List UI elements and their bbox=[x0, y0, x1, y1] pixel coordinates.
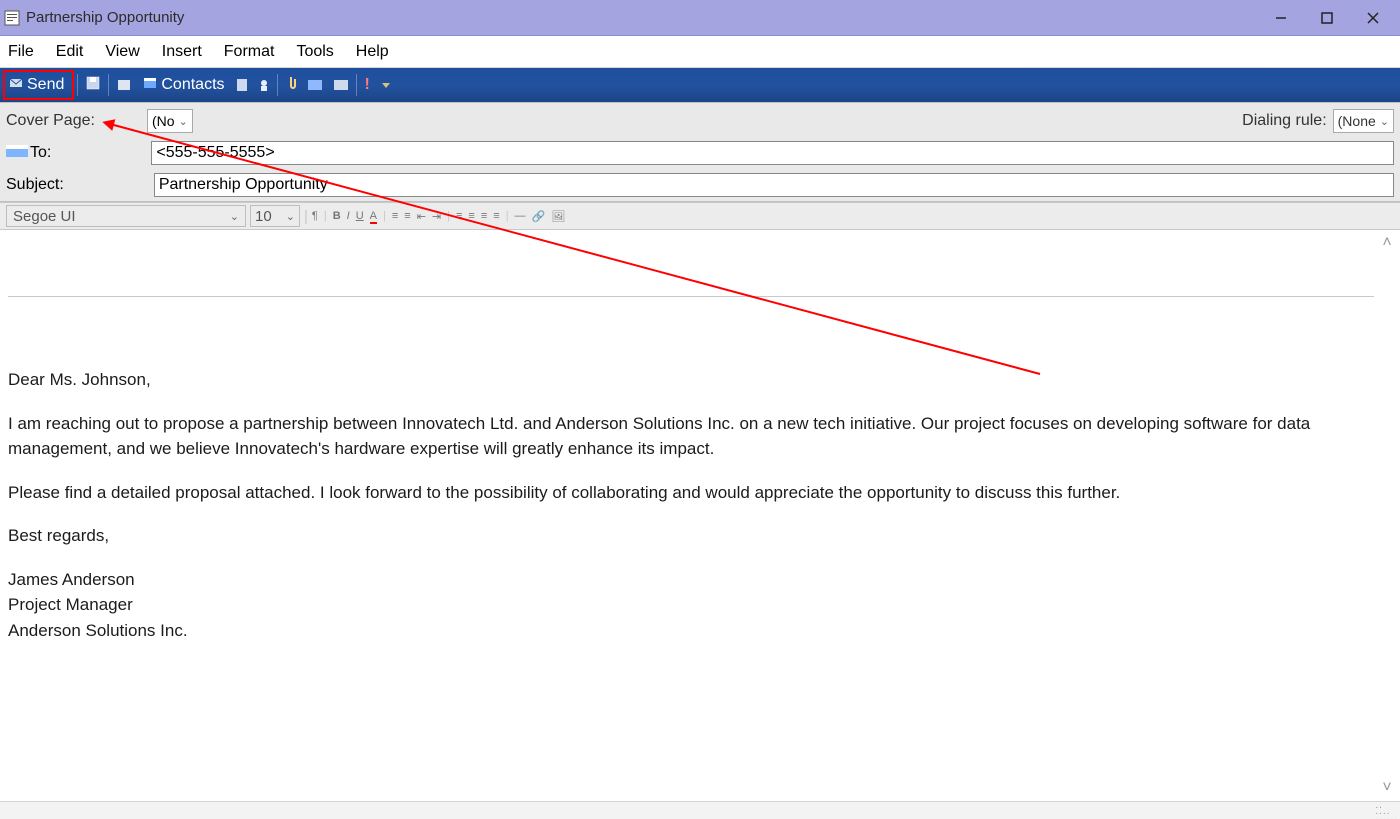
contacts-icon bbox=[6, 143, 28, 164]
send-button[interactable]: Send bbox=[3, 70, 74, 100]
contacts-icon bbox=[143, 76, 157, 95]
vertical-scrollbar[interactable]: ˄ ˅ bbox=[1378, 234, 1396, 797]
menu-tools[interactable]: Tools bbox=[296, 43, 333, 61]
toolbar-icon-a[interactable] bbox=[231, 79, 253, 91]
title-bar: Partnership Opportunity bbox=[0, 0, 1400, 36]
contacts-button[interactable]: Contacts bbox=[137, 76, 230, 95]
chevron-down-icon: ⌄ bbox=[1380, 115, 1389, 128]
paperclip-icon bbox=[286, 76, 296, 95]
to-label: To: bbox=[30, 144, 51, 162]
to-button[interactable]: To: bbox=[6, 143, 51, 164]
signature-title: Project Manager bbox=[8, 592, 1374, 618]
chevron-down-icon: ⌄ bbox=[286, 210, 295, 223]
align-right-button[interactable]: ≡ bbox=[481, 210, 487, 222]
app-icon bbox=[4, 10, 20, 26]
status-bar: ............ bbox=[0, 801, 1400, 819]
chevron-down-icon: ⌄ bbox=[230, 210, 239, 223]
hr-button[interactable]: — bbox=[515, 210, 526, 222]
close-button[interactable] bbox=[1350, 3, 1396, 33]
font-size-value: 10 bbox=[255, 208, 272, 225]
paragraph-icon[interactable]: ¶ bbox=[312, 210, 318, 222]
toolbar-icon-d[interactable] bbox=[328, 80, 354, 90]
subject-label: Subject: bbox=[6, 176, 64, 194]
send-label: Send bbox=[27, 76, 64, 94]
font-family-value: Segoe UI bbox=[13, 208, 76, 225]
save-button[interactable] bbox=[80, 76, 106, 95]
list-bulleted-button[interactable]: ≡ bbox=[404, 210, 410, 222]
divider bbox=[8, 296, 1374, 297]
minimize-button[interactable] bbox=[1258, 3, 1304, 33]
link-button[interactable]: 🔗 bbox=[532, 210, 546, 223]
font-size-select[interactable]: 10 ⌄ bbox=[250, 205, 300, 227]
body-closing: Best regards, bbox=[8, 523, 1374, 549]
list-numbered-button[interactable]: ≡ bbox=[392, 210, 398, 222]
dialing-rule-select[interactable]: (None ⌄ bbox=[1333, 109, 1394, 133]
format-toolbar: Segoe UI ⌄ 10 ⌄ | ¶ | B I U A | ≡ ≡ ⇤ ⇥ … bbox=[0, 202, 1400, 230]
menu-format[interactable]: Format bbox=[224, 43, 275, 61]
coverpage-select[interactable]: (No ⌄ bbox=[147, 109, 193, 133]
toolbar-icon-b[interactable] bbox=[253, 79, 275, 91]
body-paragraph-1: I am reaching out to propose a partnersh… bbox=[8, 411, 1374, 462]
address-book-icon[interactable] bbox=[111, 78, 137, 92]
subject-input[interactable] bbox=[154, 173, 1394, 197]
underline-button[interactable]: U bbox=[356, 210, 364, 222]
dialing-rule-value: (None bbox=[1338, 113, 1376, 129]
main-toolbar: Send Contacts ! bbox=[0, 68, 1400, 102]
body-paragraph-2: Please find a detailed proposal attached… bbox=[8, 480, 1374, 506]
outdent-button[interactable]: ⇤ bbox=[417, 210, 426, 223]
save-icon bbox=[86, 76, 100, 95]
chevron-down-icon: ⌄ bbox=[179, 115, 188, 128]
resize-grip-icon[interactable]: ............ bbox=[1375, 803, 1398, 819]
menu-edit[interactable]: Edit bbox=[56, 43, 84, 61]
priority-button[interactable]: ! bbox=[359, 76, 376, 94]
attach-button[interactable] bbox=[280, 76, 302, 95]
image-button[interactable]: 🖼 bbox=[551, 210, 565, 223]
signature-company: Anderson Solutions Inc. bbox=[8, 618, 1374, 644]
align-justify-button[interactable]: ≡ bbox=[493, 210, 499, 222]
exclamation-icon: ! bbox=[365, 76, 370, 94]
font-color-button[interactable]: A bbox=[370, 210, 377, 222]
signature-name: James Anderson bbox=[8, 567, 1374, 593]
toolbar-icon-c[interactable] bbox=[302, 80, 328, 90]
send-icon bbox=[9, 76, 23, 95]
indent-button[interactable]: ⇥ bbox=[432, 210, 441, 223]
menu-help[interactable]: Help bbox=[356, 43, 389, 61]
header-fields: Cover Page: (No ⌄ Dialing rule: (None ⌄ … bbox=[0, 102, 1400, 202]
message-editor[interactable]: Dear Ms. Johnson, I am reaching out to p… bbox=[0, 230, 1400, 801]
font-family-select[interactable]: Segoe UI ⌄ bbox=[6, 205, 246, 227]
maximize-button[interactable] bbox=[1304, 3, 1350, 33]
window-title: Partnership Opportunity bbox=[26, 9, 184, 26]
scroll-up-icon[interactable]: ˄ bbox=[1382, 234, 1391, 252]
scroll-down-icon[interactable]: ˅ bbox=[1382, 779, 1391, 797]
contacts-label: Contacts bbox=[161, 76, 224, 94]
align-left-button[interactable]: ≡ bbox=[456, 210, 462, 222]
menu-insert[interactable]: Insert bbox=[162, 43, 202, 61]
menu-bar: File Edit View Insert Format Tools Help bbox=[0, 36, 1400, 68]
italic-button[interactable]: I bbox=[347, 210, 350, 222]
align-center-button[interactable]: ≡ bbox=[468, 210, 474, 222]
menu-view[interactable]: View bbox=[105, 43, 139, 61]
coverpage-label: Cover Page: bbox=[6, 112, 95, 130]
coverpage-value: (No bbox=[152, 113, 175, 129]
body-greeting: Dear Ms. Johnson, bbox=[8, 367, 1374, 393]
dialing-rule-label: Dialing rule: bbox=[1242, 112, 1326, 130]
message-body[interactable]: Dear Ms. Johnson, I am reaching out to p… bbox=[8, 238, 1374, 797]
bold-button[interactable]: B bbox=[333, 210, 341, 222]
menu-file[interactable]: File bbox=[8, 43, 34, 61]
to-input[interactable] bbox=[151, 141, 1394, 165]
dropdown-arrow-icon[interactable] bbox=[376, 81, 396, 89]
